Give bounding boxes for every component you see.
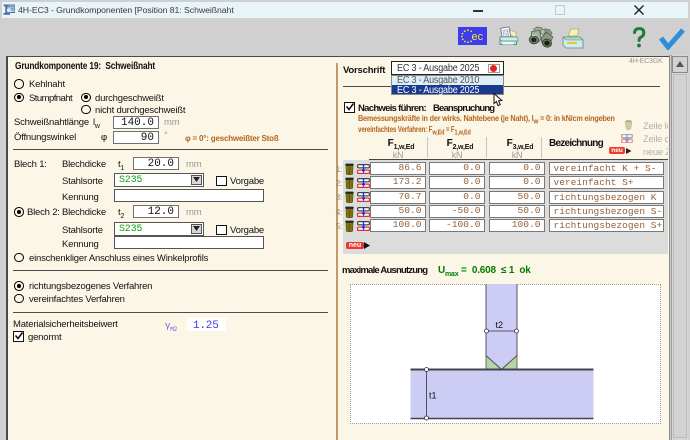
- svg-text:t2: t2: [496, 320, 504, 330]
- svg-text:ec: ec: [472, 31, 484, 43]
- svg-text:t1: t1: [429, 390, 437, 400]
